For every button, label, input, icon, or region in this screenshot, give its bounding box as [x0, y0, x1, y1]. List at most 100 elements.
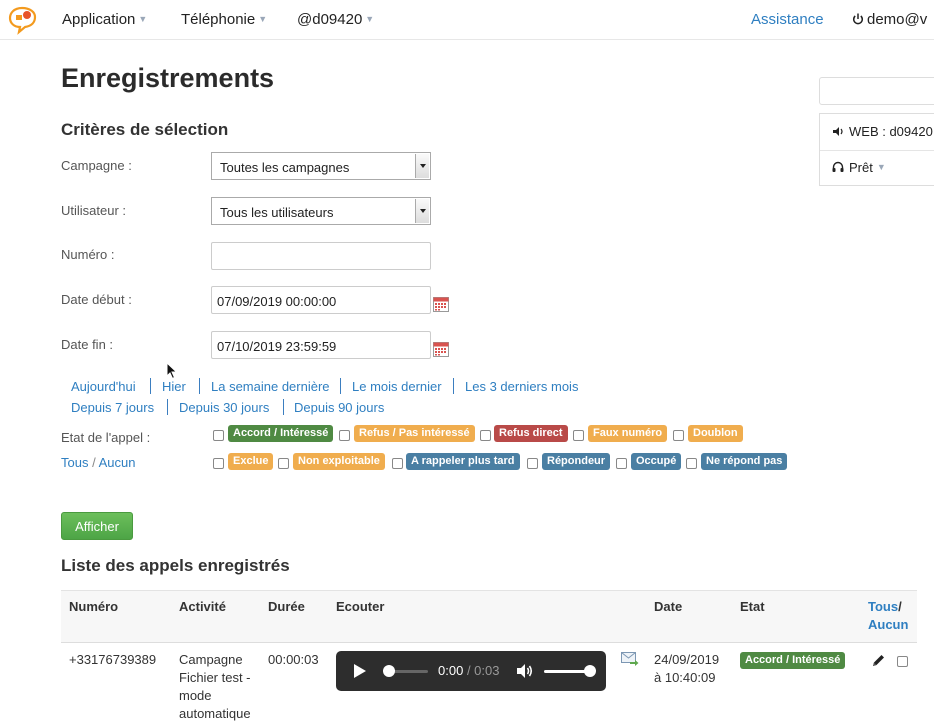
quick-link-separator — [340, 378, 341, 394]
etat-tous-link[interactable]: Tous — [61, 455, 88, 470]
quick-link-separator — [167, 399, 168, 415]
state-badge-refus-direct: Refus direct — [494, 425, 568, 442]
audio-time: 0:00 / 0:03 — [438, 663, 499, 678]
utilisateur-select-value: Tous les utilisateurs — [220, 205, 334, 220]
state-badge-non-exploitable: Non exploitable — [293, 453, 385, 470]
quick-link-separator — [150, 378, 151, 394]
row-date-line: 24/09/2019 — [654, 652, 720, 667]
quick-link-30-days[interactable]: Depuis 30 jours — [179, 400, 269, 415]
quick-link-last-week[interactable]: La semaine dernière — [211, 379, 330, 394]
nav-account[interactable]: @d09420 ▼ — [297, 11, 374, 28]
top-navbar: Application ▼ Téléphonie ▼ @d09420 ▼ Assist… — [0, 0, 934, 40]
col-date: Date — [654, 599, 683, 614]
quick-link-separator — [199, 378, 200, 394]
nav-user-menu[interactable]: demo@v — [852, 11, 927, 28]
col-numero: Numéro — [69, 599, 119, 614]
caret-down-icon: ▼ — [138, 14, 148, 24]
web-line-label: WEB : d09420 — [832, 124, 933, 139]
state-badge-ne-repond-pas: Ne répond pas — [701, 453, 788, 470]
page-title: Enregistrements — [61, 63, 275, 93]
quick-link-separator — [283, 399, 284, 415]
state-badge-exclue: Exclue — [228, 453, 274, 470]
row-date-line: à 10:40:09 — [654, 670, 716, 685]
quick-link-last-3-months[interactable]: Les 3 derniers mois — [465, 379, 578, 394]
audio-progress-knob[interactable] — [383, 665, 395, 677]
quick-link-yesterday[interactable]: Hier — [162, 379, 186, 394]
nav-assistance-link[interactable]: Assistance — [751, 11, 824, 28]
row-select-checkbox[interactable] — [897, 656, 908, 667]
row-numero: +33176739389 — [69, 652, 157, 667]
state-checkbox[interactable] — [686, 458, 697, 469]
afficher-button[interactable]: Afficher — [61, 512, 133, 540]
numero-input[interactable] — [211, 242, 431, 270]
col-duree: Durée — [268, 599, 305, 614]
date-fin-label: Date fin : — [61, 337, 114, 352]
date-debut-label: Date début : — [61, 292, 132, 307]
table-aucun-link[interactable]: Aucun — [868, 617, 908, 632]
col-activite: Activité — [179, 599, 226, 614]
state-checkbox[interactable] — [213, 458, 224, 469]
caret-down-icon: ▼ — [365, 14, 375, 24]
state-badge-a-rappeler: A rappeler plus tard — [406, 453, 520, 470]
criteria-title: Critères de sélection — [61, 120, 229, 139]
play-icon[interactable] — [353, 663, 367, 679]
utilisateur-select[interactable]: Tous les utilisateurs — [211, 197, 431, 225]
numero-label: Numéro : — [61, 247, 115, 262]
state-checkbox[interactable] — [213, 430, 224, 441]
email-forward-icon[interactable] — [621, 652, 639, 666]
quick-link-today[interactable]: Aujourd'hui — [71, 379, 136, 394]
row-duree: 00:00:03 — [268, 652, 319, 667]
state-badge-repondeur: Répondeur — [542, 453, 611, 470]
audio-current-time: 0:00 — [438, 663, 464, 678]
quick-link-separator — [453, 378, 454, 394]
state-checkbox[interactable] — [339, 430, 350, 441]
etat-separator: / — [92, 455, 96, 470]
caret-down-icon: ▼ — [876, 162, 886, 172]
right-panel-search-input[interactable] — [819, 77, 934, 105]
state-checkbox[interactable] — [392, 458, 403, 469]
quick-link-7-days[interactable]: Depuis 7 jours — [71, 400, 154, 415]
agent-status-dropdown[interactable]: Prêt ▼ — [832, 160, 886, 175]
agent-status-text: Prêt — [849, 160, 873, 175]
state-checkbox[interactable] — [527, 458, 538, 469]
speaker-icon — [833, 127, 843, 136]
campagne-select-value: Toutes les campagnes — [220, 160, 350, 175]
row-activite-line: automatique — [179, 706, 251, 721]
col-select-all: Tous/ — [868, 599, 902, 614]
date-fin-input[interactable]: 07/10/2019 23:59:59 — [211, 331, 431, 359]
quick-link-90-days[interactable]: Depuis 90 jours — [294, 400, 384, 415]
state-badge-occupe: Occupé — [631, 453, 682, 470]
table-header — [61, 590, 917, 643]
pencil-edit-icon[interactable] — [872, 654, 885, 667]
select-arrow-icon — [415, 199, 429, 223]
date-debut-input[interactable]: 07/09/2019 00:00:00 — [211, 286, 431, 314]
state-checkbox[interactable] — [673, 430, 684, 441]
calendar-icon[interactable] — [433, 296, 449, 312]
calendar-icon[interactable] — [433, 341, 449, 357]
row-activite-line: mode — [179, 688, 212, 703]
table-tous-link[interactable]: Tous — [868, 599, 898, 614]
state-badge-refus: Refus / Pas intéressé — [354, 425, 475, 442]
volume-icon[interactable] — [516, 663, 534, 679]
campagne-label: Campagne : — [61, 158, 132, 173]
nav-telephonie[interactable]: Téléphonie ▼ — [181, 11, 267, 28]
state-badge-faux-numero: Faux numéro — [588, 425, 668, 442]
mouse-cursor-icon — [166, 362, 178, 380]
state-checkbox[interactable] — [616, 458, 627, 469]
app-logo-icon[interactable] — [6, 5, 40, 35]
etat-aucun-link[interactable]: Aucun — [99, 455, 136, 470]
nav-application[interactable]: Application ▼ — [62, 11, 147, 28]
campagne-select[interactable]: Toutes les campagnes — [211, 152, 431, 180]
web-line-text: WEB : d09420 — [849, 124, 933, 139]
volume-knob[interactable] — [584, 665, 596, 677]
etat-select-all[interactable]: Tous / Aucun — [61, 455, 136, 470]
state-checkbox[interactable] — [573, 430, 584, 441]
etat-label: Etat de l'appel : — [61, 430, 151, 445]
state-checkbox[interactable] — [278, 458, 289, 469]
audio-player: 0:00 / 0:03 — [336, 651, 606, 691]
list-title: Liste des appels enregistrés — [61, 556, 290, 575]
state-checkbox[interactable] — [480, 430, 491, 441]
table-separator: / — [898, 599, 902, 614]
headset-icon — [832, 161, 844, 172]
quick-link-last-month[interactable]: Le mois dernier — [352, 379, 442, 394]
